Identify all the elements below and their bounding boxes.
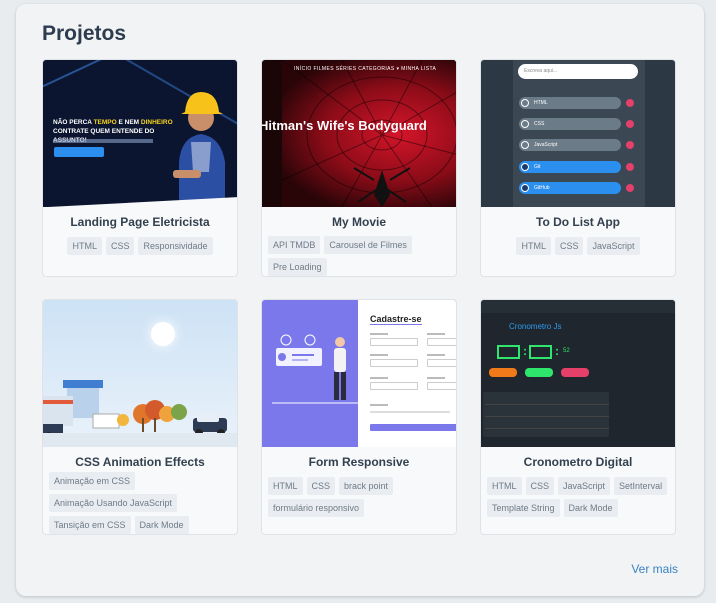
tag: Pre Loading (268, 258, 327, 276)
delete-icon (626, 99, 634, 107)
stopwatch-minutes (497, 345, 520, 359)
project-thumbnail: INÍCIO FILMES SÉRIES CATEGORIAS ▾ MINHA … (262, 60, 456, 207)
projects-section: Projetos NÃO PERCA TEMPO E NEM DINHEIRO … (16, 4, 704, 596)
start-button (489, 368, 517, 377)
tag-list: HTML CSS Responsividade (43, 237, 237, 255)
movie-title: Hitman's Wife's Bodyguard (262, 118, 427, 133)
form-submit-button (370, 424, 456, 431)
form-illustration (272, 334, 358, 404)
tag: SetInterval (614, 477, 668, 495)
tag: Animação em CSS (49, 472, 136, 490)
tag: brack point (339, 477, 394, 495)
movie-nav: INÍCIO FILMES SÉRIES CATEGORIAS ▾ MINHA … (294, 66, 437, 72)
city-illustration (43, 380, 227, 438)
tag: HTML (487, 477, 522, 495)
tag: JavaScript (587, 237, 640, 255)
delete-icon (626, 163, 634, 171)
tag-list: HTML CSS JavaScript SetInterval Template… (481, 477, 675, 517)
form-title: Cadastre-se (370, 314, 422, 325)
tag: JavaScript (558, 477, 611, 495)
stopwatch-title: Cronometro Js (509, 322, 562, 331)
tag: HTML (516, 237, 551, 255)
tag: formulário responsivo (268, 499, 365, 517)
electrician-illustration (173, 92, 225, 207)
project-card-todo[interactable]: Escreva aqui... HTML CSS JavaScript Git … (480, 59, 676, 277)
project-thumbnail: Cronometro Js : : 52 (481, 300, 675, 447)
stopwatch-seconds (529, 345, 552, 359)
project-thumbnail (43, 300, 237, 447)
tag: CSS (554, 237, 584, 255)
delete-icon (626, 184, 634, 192)
delete-icon (626, 120, 634, 128)
todo-item: GitHub (519, 182, 621, 194)
project-card-my-movie[interactable]: INÍCIO FILMES SÉRIES CATEGORIAS ▾ MINHA … (261, 59, 457, 277)
project-title: CSS Animation Effects (75, 455, 205, 469)
tag: Animação Usando JavaScript (49, 494, 178, 512)
todo-item: Git (519, 161, 621, 173)
projects-grid: NÃO PERCA TEMPO E NEM DINHEIRO CONTRATE … (42, 59, 676, 535)
project-card-cronometro[interactable]: Cronometro Js : : 52 Cronometro Digital … (480, 299, 676, 535)
sun-icon (151, 322, 175, 346)
tag-list: API TMDB Carousel de Filmes Pre Loading (262, 236, 456, 276)
todo-item: JavaScript (519, 139, 621, 151)
spider-web-pattern (282, 60, 456, 207)
tag: Dark Mode (563, 499, 618, 517)
project-title: To Do List App (536, 215, 620, 229)
tag: Template String (487, 499, 560, 517)
tag: HTML (268, 477, 303, 495)
project-title: Cronometro Digital (523, 455, 633, 469)
project-title: Form Responsive (308, 455, 410, 469)
see-more-link[interactable]: Ver mais (631, 562, 678, 576)
tag-list: HTML CSS JavaScript (481, 237, 675, 255)
tag: HTML (67, 237, 102, 255)
tag-list: HTML CSS brack point formulário responsi… (262, 477, 456, 517)
project-thumbnail: NÃO PERCA TEMPO E NEM DINHEIRO CONTRATE … (43, 60, 237, 207)
project-title: My Movie (331, 215, 386, 229)
delete-icon (626, 141, 634, 149)
tag-list: Animação em CSS Animação Usando JavaScri… (43, 472, 237, 534)
project-card-form-responsive[interactable]: Cadastre-se Form Responsive HTML CSS bra… (261, 299, 457, 535)
todo-item: HTML (519, 97, 621, 109)
todo-search-field: Escreva aqui... (518, 64, 638, 79)
pause-button (525, 368, 553, 377)
tag: CSS (105, 237, 135, 255)
todo-item: CSS (519, 118, 621, 130)
project-card-css-animation[interactable]: CSS Animation Effects Animação em CSS An… (42, 299, 238, 535)
lap-list (483, 392, 609, 437)
tag: Responsividade (138, 237, 213, 255)
tag: CSS (306, 477, 336, 495)
tag: Carousel de Filmes (324, 236, 412, 254)
tag: CSS (525, 477, 555, 495)
section-title: Projetos (42, 22, 127, 45)
thumbnail-cta-button (54, 147, 104, 157)
tag: Dark Mode (134, 516, 189, 534)
project-title: Landing Page Eletricista (70, 215, 210, 229)
project-thumbnail: Escreva aqui... HTML CSS JavaScript Git … (481, 60, 675, 207)
reset-button (561, 368, 589, 377)
tag: API TMDB (268, 236, 321, 254)
project-thumbnail: Cadastre-se (262, 300, 456, 447)
tag: Tansição em CSS (49, 516, 131, 534)
stopwatch-ms: 52 (563, 348, 570, 354)
project-card-landing-page[interactable]: NÃO PERCA TEMPO E NEM DINHEIRO CONTRATE … (42, 59, 238, 277)
